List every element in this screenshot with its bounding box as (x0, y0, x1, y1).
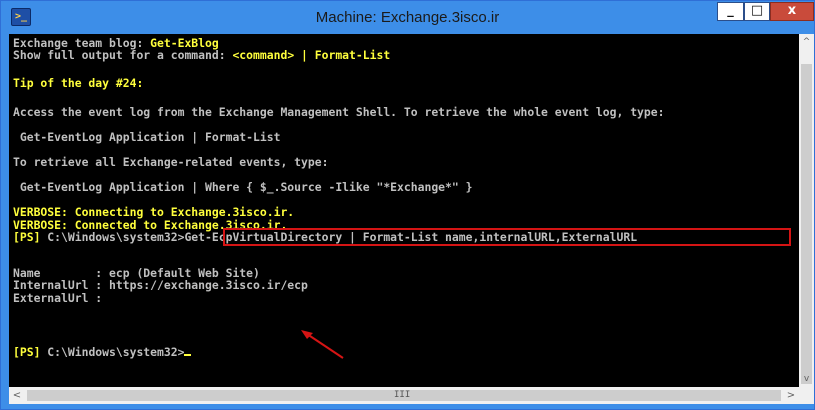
console-line: Tip of the day #24: (13, 76, 144, 90)
console-line: Get-EventLog Application | Format-List (13, 130, 281, 144)
close-button[interactable]: x (770, 2, 814, 21)
console-line: Access the event log from the Exchange M… (13, 105, 665, 119)
scroll-down-icon[interactable]: v (799, 371, 814, 387)
scroll-right-icon[interactable]: > (783, 387, 799, 404)
scrollbar-corner (799, 387, 814, 404)
window-title: Machine: Exchange.3isco.ir (315, 9, 500, 26)
text-cursor (184, 354, 192, 356)
console-output[interactable]: Exchange team blog: Get-ExBlog Show full… (9, 34, 799, 387)
pointer-arrow-icon (301, 330, 344, 359)
console-line: Show full output for a command: <command… (13, 48, 391, 62)
console-prompt-line[interactable]: [PS] C:\Windows\system32> (13, 346, 192, 359)
scroll-grip-icon: III (394, 390, 411, 400)
vertical-scrollbar[interactable]: ^ v (799, 34, 814, 387)
console-line: Get-EventLog Application | Where { $_.So… (13, 180, 473, 194)
console-line: To retrieve all Exchange-related events,… (13, 155, 329, 169)
powershell-window: >_ Machine: Exchange.3isco.ir _ □ x Exch… (0, 0, 815, 410)
scroll-left-icon[interactable]: < (9, 387, 25, 404)
vertical-scroll-thumb[interactable] (801, 64, 812, 384)
title-bar[interactable]: >_ Machine: Exchange.3isco.ir _ □ x (1, 1, 814, 34)
console-line: ExternalUrl : (13, 291, 103, 305)
maximize-button[interactable]: □ (744, 2, 770, 21)
scroll-up-icon[interactable]: ^ (799, 34, 814, 50)
command-highlight-box (223, 228, 791, 246)
minimize-button[interactable]: _ (717, 2, 744, 21)
horizontal-scrollbar[interactable]: < III > (9, 387, 799, 404)
